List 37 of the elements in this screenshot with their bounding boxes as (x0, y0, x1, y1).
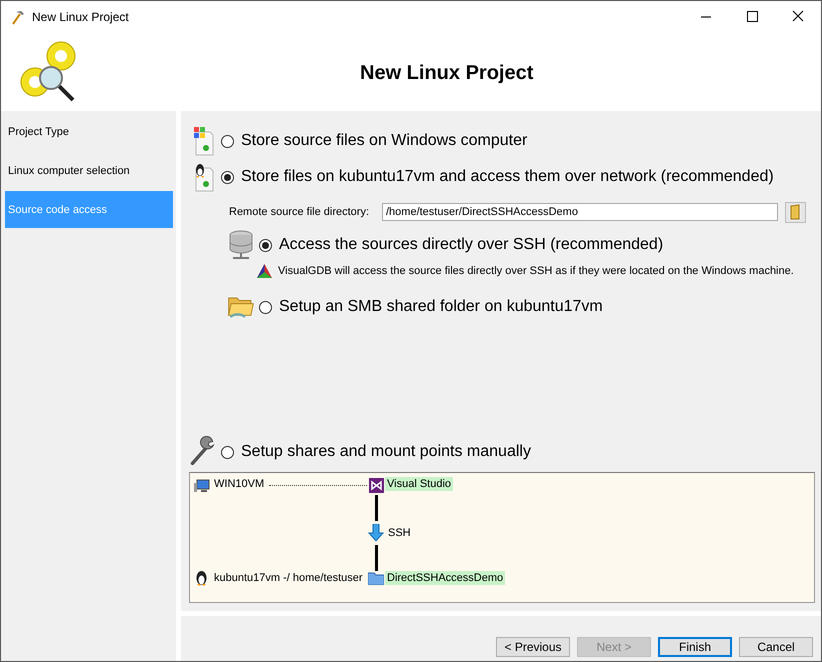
sidebar-item[interactable]: Linux computer selection (5, 152, 173, 189)
option-label[interactable]: Store source files on Windows computer (241, 132, 528, 150)
option-label[interactable]: Setup an SMB shared folder on kubuntu17vm (279, 298, 603, 316)
directory-label: DirectSSHAccessDemo (385, 571, 506, 585)
host-path-label: kubuntu17vm -/ home/testuser (214, 572, 363, 584)
option-label[interactable]: Setup shares and mount points manually (241, 443, 531, 461)
penguin-icon (195, 571, 208, 586)
database-icon (227, 230, 255, 260)
directory-field[interactable]: /home/testuser/DirectSSHAccessDemo (382, 203, 778, 221)
wizard-button[interactable]: Cancel (739, 637, 813, 657)
option-description: VisualGDB will access the source files directly over SSH as if they were located on the Windows machine. (278, 265, 794, 277)
option-label[interactable]: Store files on kubuntu17vm and access them over network (recommended) (241, 168, 774, 186)
folder-icon (368, 572, 384, 585)
hammer-icon (10, 9, 26, 25)
link-label: SSH (388, 527, 411, 539)
window-title: New Linux Project (32, 10, 129, 24)
browse-button[interactable] (785, 202, 806, 222)
page-title: New Linux Project (360, 62, 534, 85)
windows-file-icon (192, 126, 214, 156)
down-arrow-icon (368, 524, 384, 541)
sidebar-item[interactable]: Project Type (5, 113, 173, 150)
wrench-icon (189, 436, 217, 468)
field-label: Remote source file directory: (229, 206, 370, 218)
triangle-logo-icon (257, 264, 272, 278)
folder-icon (790, 204, 802, 220)
visual-studio-icon (369, 478, 384, 493)
radio-button[interactable] (259, 300, 272, 314)
radio-button[interactable] (221, 170, 234, 184)
option-label[interactable]: Access the sources directly over SSH (recommended) (279, 236, 664, 254)
radio-button[interactable] (259, 238, 272, 252)
app-label: Visual Studio (385, 477, 454, 491)
radio-button[interactable] (221, 134, 234, 148)
wizard-button[interactable]: Finish (658, 637, 732, 657)
wizard-button[interactable]: < Previous (496, 637, 570, 657)
computer-icon (194, 479, 210, 493)
host-label: WIN10VM (214, 478, 264, 490)
radio-button[interactable] (221, 446, 234, 458)
